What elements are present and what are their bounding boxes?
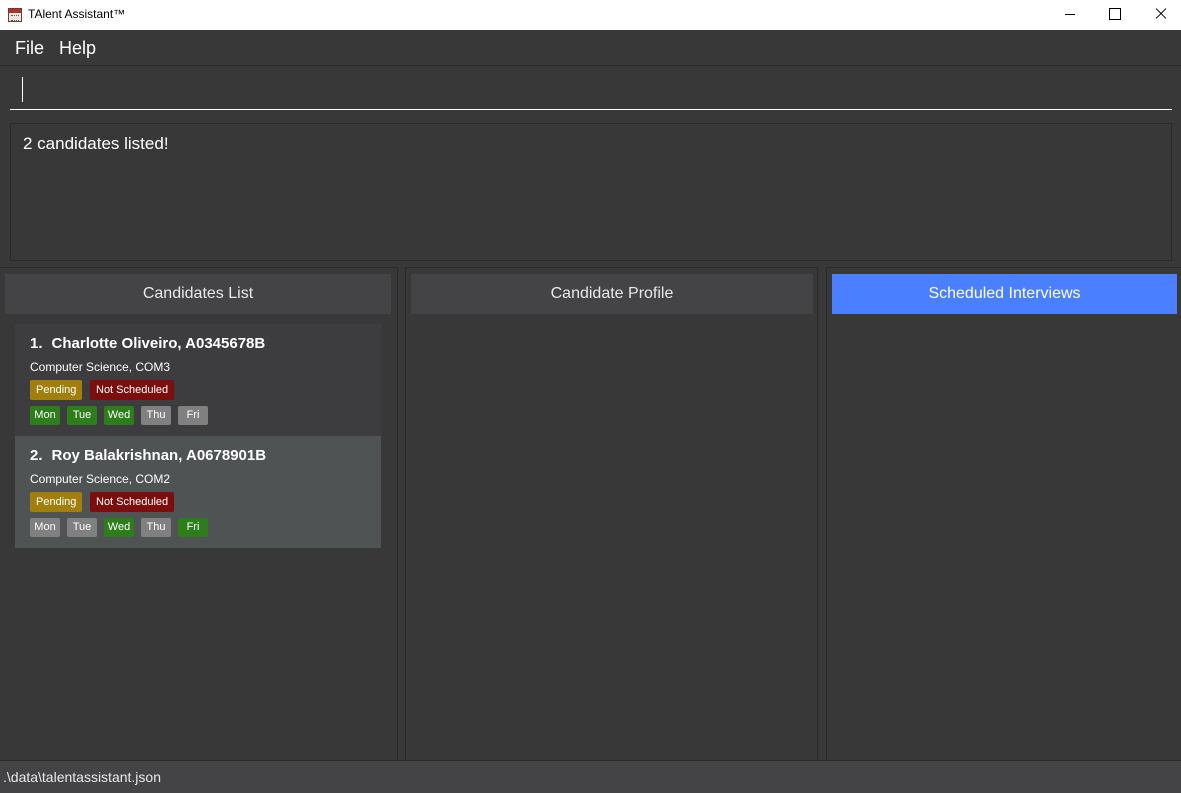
interview-badge: Not Scheduled [90,380,175,400]
candidate-card-selected[interactable]: 2. Roy Balakrishnan, A0678901B Computer S… [15,436,381,548]
candidate-course: Computer Science, COM3 [30,360,171,374]
availability-wed: Wed [104,406,134,425]
result-display[interactable]: 2 candidates listed! [10,123,1172,261]
minimize-button[interactable] [1047,0,1093,30]
availability-wed: Wed [104,518,134,537]
availability-fri: Fri [178,406,208,425]
candidate-profile-header: Candidate Profile [411,274,813,314]
command-box [0,67,1181,115]
candidates-panel: Candidates List 1. Charlotte Oliveiro, A0… [0,267,398,760]
candidate-name: 2. Roy Balakrishnan, A0678901B [30,447,267,464]
availability-thu: Thu [141,518,171,537]
text-caret [22,77,23,102]
availability-tue: Tue [67,406,97,425]
close-button[interactable] [1137,0,1181,30]
calendar-app-icon [8,8,22,22]
availability-fri: Fri [178,518,208,537]
data-file-path: .\data\talentassistant.json [3,769,161,785]
candidate-card[interactable]: 1. Charlotte Oliveiro, A0345678B Computer… [15,324,381,436]
window-title: TAlent Assistant™ [28,7,126,21]
menu-file[interactable]: File [15,38,44,59]
menu-help[interactable]: Help [59,38,96,59]
candidate-profile-panel: Candidate Profile [405,267,818,760]
status-badge: Pending [30,380,83,400]
interview-badge: Not Scheduled [90,492,175,512]
maximize-button[interactable] [1091,0,1137,30]
availability-tue: Tue [67,518,97,537]
availability-thu: Thu [141,406,171,425]
tab-scheduled-interviews[interactable]: Scheduled Interviews [832,274,1177,314]
candidate-name: 1. Charlotte Oliveiro, A0345678B [30,335,266,352]
menu-bar: File Help [0,30,1181,66]
title-bar: TAlent Assistant™ [0,0,1181,30]
command-input[interactable] [10,67,1172,110]
result-message: 2 candidates listed! [23,134,169,153]
status-bar: .\data\talentassistant.json [0,760,1181,793]
availability-mon: Mon [30,518,60,537]
scheduled-interviews-panel: Scheduled Interviews [826,267,1181,760]
status-badge: Pending [30,492,83,512]
availability-mon: Mon [30,406,60,425]
candidates-list-header: Candidates List [5,274,391,314]
candidate-course: Computer Science, COM2 [30,472,171,486]
